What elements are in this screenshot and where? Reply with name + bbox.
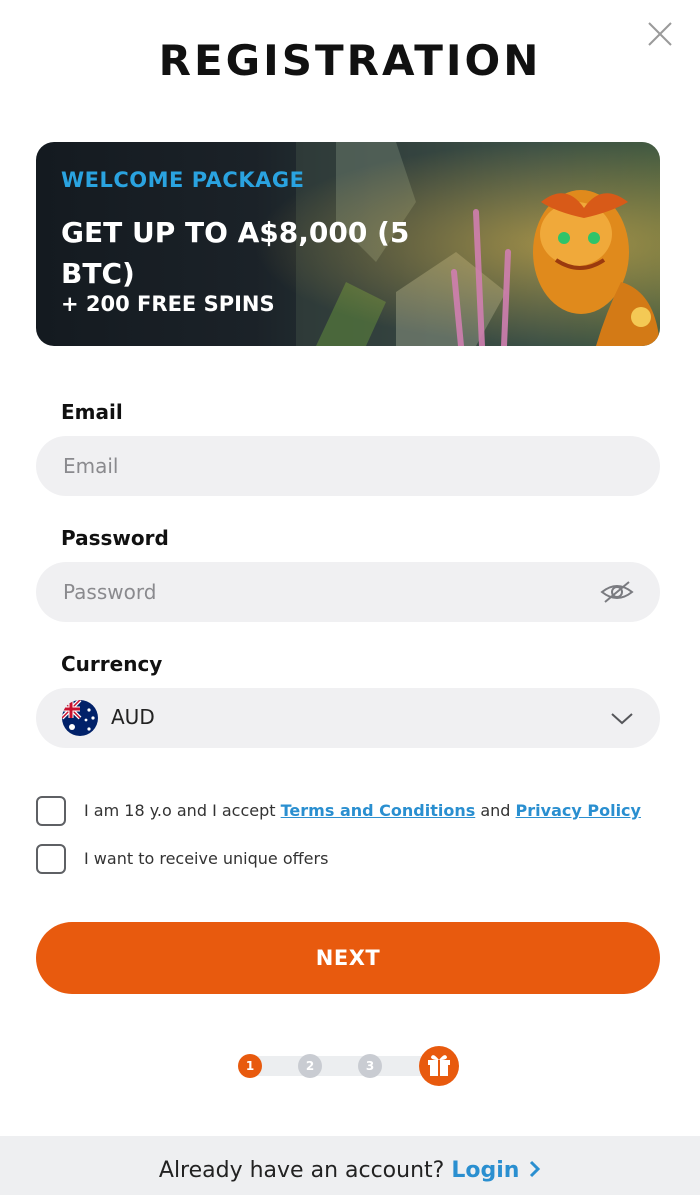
password-input[interactable] — [36, 562, 660, 622]
page-title: REGISTRATION — [158, 36, 542, 85]
step-2: 2 — [298, 1054, 322, 1078]
password-field-wrapper — [36, 562, 660, 622]
eye-off-icon[interactable] — [600, 579, 634, 605]
email-label: Email — [61, 400, 123, 424]
terms-consent-prefix: I am 18 y.o and I accept — [84, 801, 276, 820]
offers-consent-text: I want to receive unique offers — [84, 849, 329, 868]
offers-checkbox[interactable] — [36, 844, 66, 874]
chevron-down-icon — [611, 713, 633, 725]
login-prompt-text: Already have an account? — [158, 1158, 445, 1183]
login-link[interactable]: Login — [451, 1158, 541, 1183]
step-3: 3 — [358, 1054, 382, 1078]
terms-checkbox[interactable] — [36, 796, 66, 826]
step-gift — [419, 1046, 459, 1086]
email-field-wrapper — [36, 436, 660, 496]
terms-consent-and: and — [480, 801, 511, 820]
currency-label: Currency — [61, 652, 163, 676]
banner-subline: + 200 FREE SPINS — [61, 292, 275, 316]
privacy-policy-link[interactable]: Privacy Policy — [516, 801, 641, 820]
welcome-banner: WELCOME PACKAGE GET UP TO A$8,000 (5 BTC… — [36, 142, 660, 346]
email-input[interactable] — [36, 436, 660, 496]
chevron-right-icon — [530, 1160, 541, 1178]
currency-select[interactable]: AUD — [36, 688, 660, 748]
banner-eyebrow: WELCOME PACKAGE — [61, 168, 305, 192]
password-label: Password — [61, 526, 169, 550]
banner-headline: GET UP TO A$8,000 (5 BTC) — [61, 216, 410, 290]
terms-consent-text: I am 18 y.o and I accept Terms and Condi… — [84, 801, 641, 820]
step-track — [246, 1056, 436, 1076]
gift-icon — [428, 1055, 450, 1076]
terms-link[interactable]: Terms and Conditions — [281, 801, 476, 820]
login-link-label: Login — [451, 1158, 520, 1183]
login-footer: Already have an account? Login — [0, 1136, 700, 1195]
currency-value: AUD — [111, 705, 155, 729]
step-indicator: 1 2 3 — [236, 1046, 460, 1086]
australia-flag-icon — [62, 700, 98, 736]
step-1: 1 — [238, 1054, 262, 1078]
next-button[interactable]: NEXT — [36, 922, 660, 994]
login-prompt: Already have an account? Login — [0, 1158, 700, 1183]
